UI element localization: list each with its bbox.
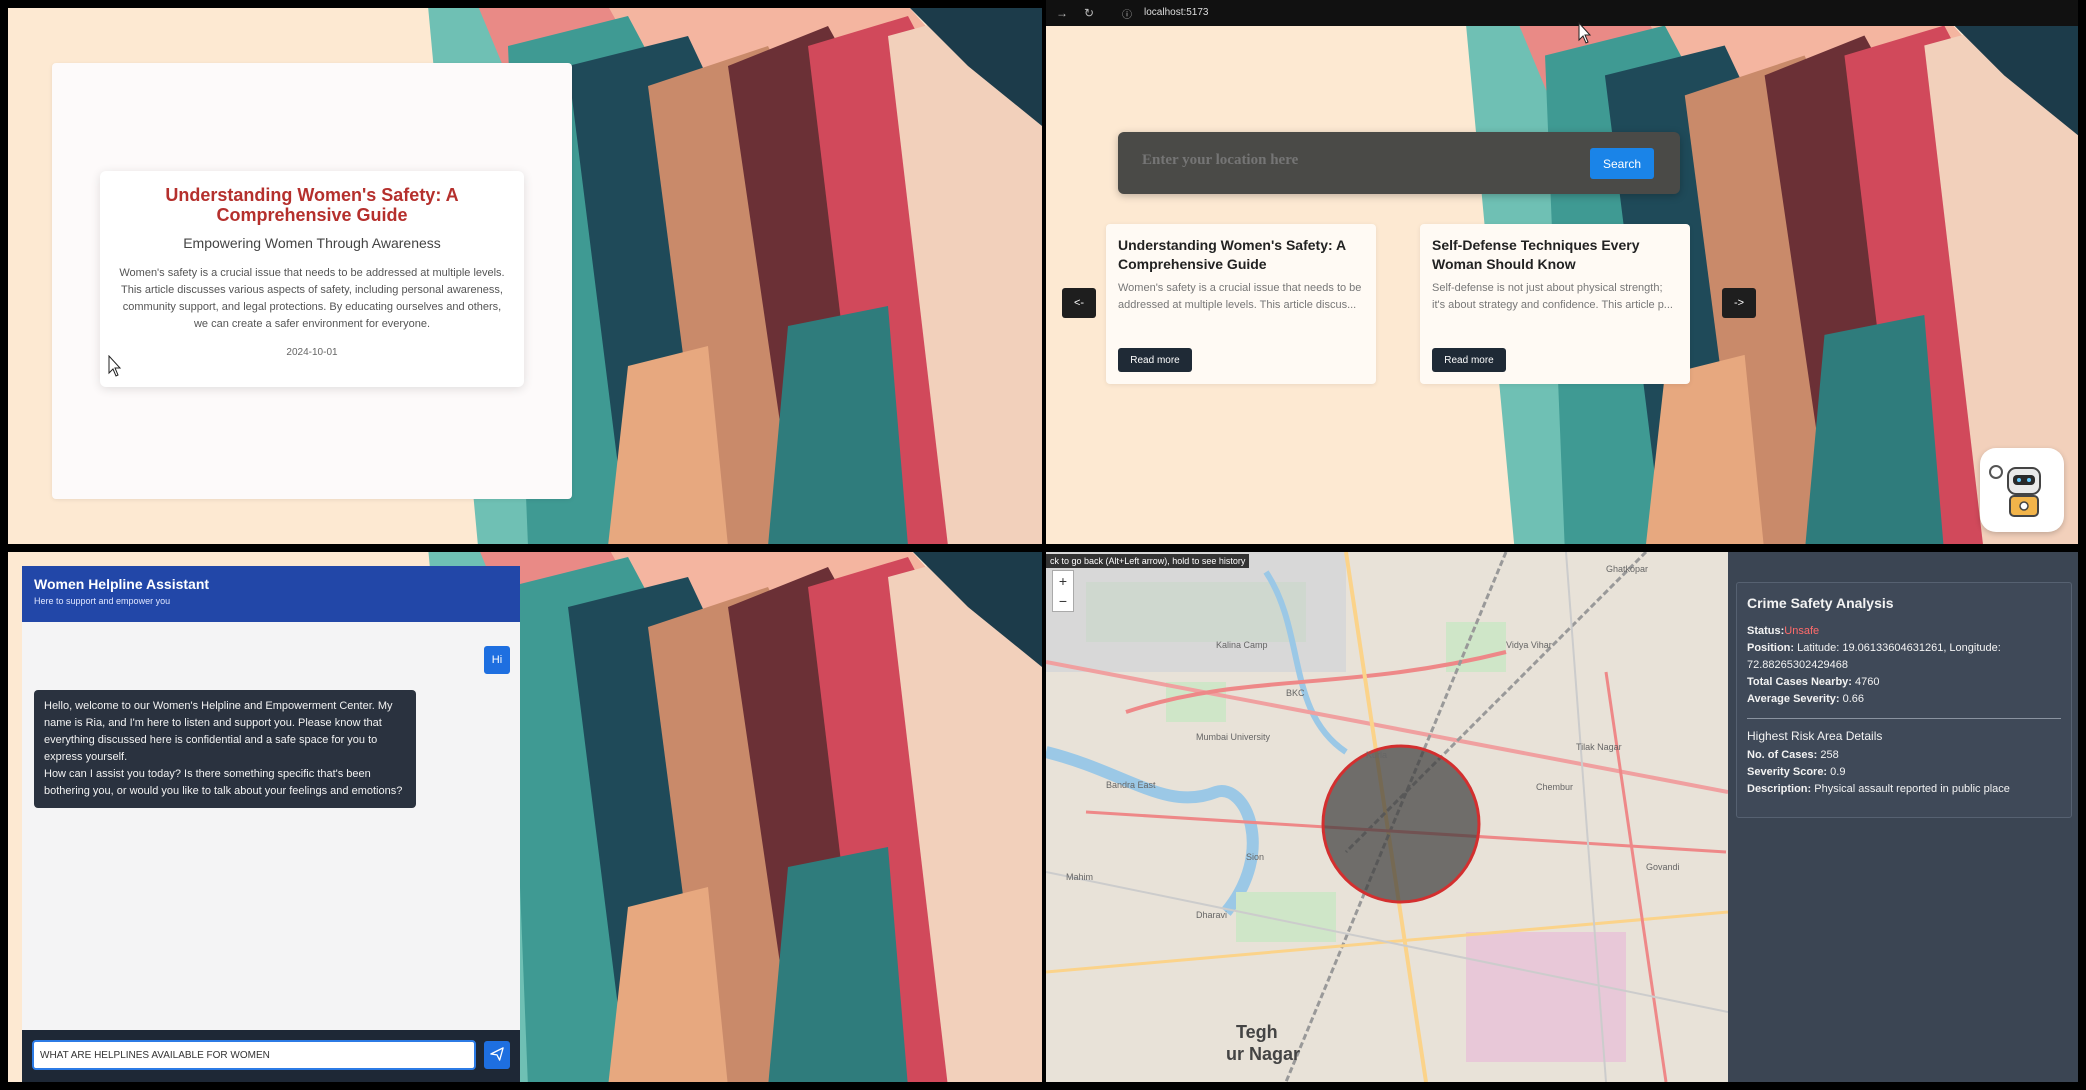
- article-card-excerpt: Women's safety is a crucial issue that n…: [1118, 282, 1362, 311]
- map-label: Dharavi: [1196, 910, 1228, 920]
- article-body: Women's safety is a crucial issue that n…: [119, 267, 505, 330]
- zoom-in-icon[interactable]: +: [1053, 571, 1073, 591]
- score-label: Severity Score:: [1747, 766, 1828, 778]
- browser-address-bar: → ↻ ⓘ localhost:5173: [1046, 0, 2078, 26]
- crime-map[interactable]: ck to go back (Alt+Left arrow), hold to …: [1046, 552, 1728, 1082]
- robot-icon: [1989, 465, 2041, 517]
- chat-header: Women Helpline Assistant Here to support…: [22, 566, 520, 622]
- map-label: Bandra East: [1106, 780, 1156, 790]
- send-icon: [490, 1046, 504, 1061]
- location-search-input[interactable]: [1142, 152, 1562, 169]
- user-message: Hi: [484, 646, 510, 674]
- bot-message-text: How can I assist you today? Is there som…: [44, 768, 403, 797]
- url-text[interactable]: localhost:5173: [1144, 7, 1209, 18]
- read-more-button[interactable]: Read more: [1432, 348, 1506, 372]
- article-card-title: Understanding Women's Safety: A Comprehe…: [1118, 237, 1346, 272]
- position-label: Position:: [1747, 642, 1795, 654]
- map-label: Ghatkopar: [1606, 564, 1649, 574]
- bot-message-text: Hello, welcome to our Women's Helpline a…: [44, 700, 393, 763]
- article-card: Understanding Women's Safety: A Comprehe…: [1106, 224, 1376, 384]
- map-view-quadrant: ck to go back (Alt+Left arrow), hold to …: [1046, 552, 2078, 1082]
- risk-title: Highest Risk Area Details: [1747, 729, 1883, 743]
- next-article-button[interactable]: ->: [1722, 288, 1756, 318]
- prev-article-button[interactable]: <-: [1062, 288, 1096, 318]
- map-label: Chembur: [1536, 782, 1574, 792]
- map-label: ur Nagar: [1226, 1044, 1301, 1064]
- map-label: Mumbai University: [1196, 732, 1271, 742]
- severity-label: Average Severity:: [1747, 693, 1840, 705]
- zoom-out-icon[interactable]: −: [1053, 591, 1073, 611]
- no-cases-label: No. of Cases:: [1747, 749, 1818, 761]
- position-row: Position: Latitude: 19.06133604631261, L…: [1747, 640, 2061, 674]
- map-label: Vidya Vihar: [1506, 640, 1552, 650]
- chatbot-launcher[interactable]: [1980, 448, 2064, 532]
- search-button[interactable]: Search: [1590, 148, 1654, 179]
- chat-title: Women Helpline Assistant: [34, 576, 210, 592]
- chat-subtitle: Here to support and empower you: [34, 596, 171, 606]
- cursor-icon: [108, 355, 122, 377]
- read-more-button[interactable]: Read more: [1118, 348, 1192, 372]
- article-card: Understanding Women's Safety: A Comprehe…: [100, 171, 524, 387]
- cases-row: Total Cases Nearby: 4760: [1747, 674, 2061, 691]
- crime-safety-panel: Crime Safety Analysis Status:Unsafe Posi…: [1736, 582, 2072, 818]
- chat-window: Women Helpline Assistant Here to support…: [22, 566, 520, 1082]
- info-icon: ⓘ: [1122, 10, 1132, 21]
- search-view-quadrant: → ↻ ⓘ localhost:5173 Search <- Understan…: [1046, 0, 2078, 544]
- severity-value: 0.66: [1842, 693, 1865, 705]
- analysis-sidebar: Crime Safety Analysis Status:Unsafe Posi…: [1728, 552, 2078, 1082]
- map-label: Sion: [1246, 852, 1265, 862]
- search-box: Search: [1118, 132, 1680, 194]
- article-view-quadrant: Understanding Women's Safety: A Comprehe…: [8, 8, 1042, 544]
- reload-icon[interactable]: ↻: [1084, 6, 1094, 20]
- severity-row: Average Severity: 0.66: [1747, 691, 2061, 708]
- desc-row: Description: Physical assault reported i…: [1747, 781, 2061, 798]
- status-value: Unsafe: [1784, 625, 1820, 637]
- article-title: Understanding Women's Safety: A Comprehe…: [165, 185, 459, 225]
- cases-label: Total Cases Nearby:: [1747, 676, 1852, 688]
- score-row: Severity Score: 0.9: [1747, 764, 2061, 781]
- zoom-control: + −: [1052, 570, 1074, 612]
- status-row: Status:Unsafe: [1747, 623, 2061, 640]
- map-label: Mahim: [1066, 872, 1094, 882]
- score-value: 0.9: [1830, 766, 1846, 778]
- cases-value: 4760: [1855, 676, 1880, 688]
- desc-label: Description:: [1747, 783, 1812, 795]
- status-label: Status:: [1747, 625, 1785, 637]
- back-tooltip: ck to go back (Alt+Left arrow), hold to …: [1046, 554, 1250, 568]
- article-panel: Understanding Women's Safety: A Comprehe…: [52, 63, 572, 499]
- map-label: Tegh: [1236, 1022, 1278, 1042]
- no-cases-value: 258: [1820, 749, 1839, 761]
- no-cases-row: No. of Cases: 258: [1747, 747, 2061, 764]
- map-label: Kurla: [1366, 750, 1388, 760]
- map-label: Govandi: [1646, 862, 1680, 872]
- divider: [1747, 718, 2061, 719]
- map-label: Kalina Camp: [1216, 640, 1268, 650]
- chat-input[interactable]: [32, 1040, 476, 1070]
- chat-view-quadrant: Women Helpline Assistant Here to support…: [8, 552, 1042, 1082]
- panel-title: Crime Safety Analysis: [1747, 595, 1894, 611]
- desc-value: Physical assault reported in public plac…: [1814, 783, 2010, 795]
- search-page: Search <- Understanding Women's Safety: …: [1046, 26, 2078, 544]
- chat-input-bar: [22, 1030, 520, 1082]
- article-card-title: Self-Defense Techniques Every Woman Shou…: [1432, 237, 1640, 272]
- bot-message: Hello, welcome to our Women's Helpline a…: [34, 690, 416, 808]
- article-card: Self-Defense Techniques Every Woman Shou…: [1420, 224, 1690, 384]
- article-card-excerpt: Self-defense is not just about physical …: [1432, 282, 1673, 311]
- map-label: BKC: [1286, 688, 1305, 698]
- map-label: Tilak Nagar: [1576, 742, 1622, 752]
- article-subtitle: Empowering Women Through Awareness: [183, 235, 441, 251]
- map-tiles: [1046, 552, 1728, 1082]
- article-date: 2024-10-01: [286, 347, 338, 358]
- send-button[interactable]: [484, 1041, 510, 1069]
- back-icon[interactable]: →: [1056, 6, 1068, 20]
- cursor-icon: [1578, 22, 1592, 44]
